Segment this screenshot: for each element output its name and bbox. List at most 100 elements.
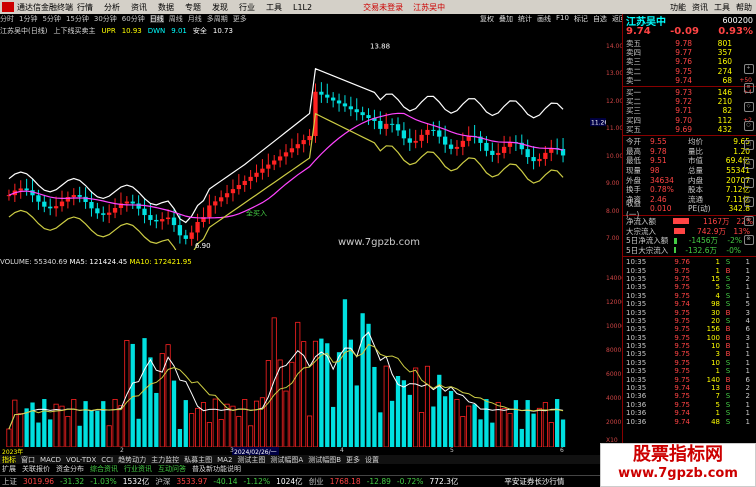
menu-item-6[interactable]: 行业 (239, 3, 255, 12)
candle-body (224, 193, 230, 198)
tick-row[interactable]: 10:36 9.74 1 S 1 (623, 409, 756, 417)
period-tab-6[interactable]: 日线 (149, 15, 164, 23)
index-name-1[interactable]: 沪深 (155, 476, 170, 487)
tick-row[interactable]: 10:35 9.75 1 B 1 (623, 266, 756, 275)
tick-row[interactable]: 10:35 9.75 10 B 1 (623, 342, 756, 350)
sidebar-icon-9[interactable]: ⊕ (743, 216, 754, 226)
sidebar-icon-7[interactable]: ☆ (743, 178, 754, 188)
menu-item-7[interactable]: 工具 (266, 3, 282, 12)
tick-side: B (725, 384, 731, 393)
candle-body (331, 97, 336, 101)
indicator-tab-13[interactable]: 设置 (365, 455, 379, 465)
extension-tab-5[interactable]: 互动问答 (158, 464, 186, 474)
chart-tool-5[interactable]: 标记 (574, 14, 588, 24)
tick-row[interactable]: 10:35 9.75 3 B 1 (623, 350, 756, 358)
tick-row[interactable]: 10:35 9.75 10 S 1 (623, 359, 756, 367)
period-tab-9[interactable]: 多周期 (207, 15, 228, 23)
index-name-0[interactable]: 上证 (2, 476, 17, 487)
title-right-0[interactable]: 功能 (670, 2, 686, 13)
tick-row[interactable]: 10:35 9.75 100 B 3 (623, 334, 756, 342)
tick-row[interactable]: 10:36 9.74 48 S 1 (623, 417, 756, 426)
sidebar-icon-8[interactable]: ◎ (743, 197, 754, 207)
volume-info: VOLUME: 55340.69 MA5: 121424.45 MA10: 17… (0, 258, 606, 267)
extension-tab-2[interactable]: 资金分布 (56, 464, 84, 474)
index-name-2[interactable]: 创业 (309, 476, 324, 487)
period-tab-10[interactable]: 更多 (233, 15, 247, 23)
extension-tab-1[interactable]: 关联报价 (22, 464, 50, 474)
volume-chart[interactable] (0, 267, 606, 447)
extension-tab-3[interactable]: 综合资讯 (90, 464, 118, 474)
candle-body (336, 100, 342, 104)
period-tab-0[interactable]: 分时 (0, 15, 14, 23)
flow-pct: -0% (726, 245, 741, 255)
tick-row[interactable]: 10:35 9.75 4 S 1 (623, 292, 756, 300)
volume-bar (230, 405, 236, 447)
tick-row[interactable]: 10:35 9.75 140 B 6 (623, 375, 756, 384)
tick-row[interactable]: 10:35 9.75 5 S 1 (623, 283, 756, 291)
menu-item-3[interactable]: 数据 (158, 3, 174, 12)
extension-tab-6[interactable]: 普及新功能说明 (192, 464, 241, 474)
menu-item-8[interactable]: L1L2 (293, 3, 312, 12)
tick-row[interactable]: 10:36 9.75 7 S 2 (623, 392, 756, 400)
indicator-tab-10[interactable]: 测试幅图A (270, 455, 303, 465)
chart-tool-2[interactable]: 统计 (518, 14, 532, 24)
alert-item-0[interactable]: 交易未登录 (363, 3, 403, 12)
period-tab-1[interactable]: 1分钟 (19, 15, 37, 23)
period-tab-3[interactable]: 15分钟 (66, 15, 89, 23)
period-tab-4[interactable]: 30分钟 (94, 15, 117, 23)
indicator-tab-3[interactable]: VOL-TDX (66, 456, 96, 464)
volume-bar (555, 399, 560, 447)
indicator-tab-11[interactable]: 测试幅图B (308, 455, 341, 465)
sidebar-icon-1[interactable]: + (743, 64, 754, 74)
title-right-2[interactable]: 工具 (714, 2, 730, 13)
candlestick-chart[interactable]: 13.88 6.90 全买入 11.26 (0, 36, 606, 250)
tick-row[interactable]: 10:35 9.75 156 B 6 (623, 325, 756, 333)
period-tab-5[interactable]: 60分钟 (122, 15, 145, 23)
tick-row[interactable]: 10:35 9.74 98 S 5 (623, 300, 756, 308)
sidebar-icon-6[interactable]: △ (743, 159, 754, 169)
menu-item-0[interactable]: 行情 (77, 3, 93, 12)
indicator-tab-9[interactable]: 测试主图 (237, 455, 265, 465)
menu-item-1[interactable]: 分析 (104, 3, 120, 12)
chart-tool-3[interactable]: 画线 (537, 14, 551, 24)
tick-volume: 100 (706, 333, 720, 342)
indicator-tab-12[interactable]: 更多 (346, 455, 360, 465)
chart-tool-6[interactable]: 自选 (593, 14, 607, 24)
menu-item-2[interactable]: 资讯 (131, 3, 147, 12)
period-tab-2[interactable]: 5分钟 (42, 15, 60, 23)
indicator-tab-8[interactable]: MA2 (217, 456, 232, 464)
chart-tool-1[interactable]: 叠加 (499, 14, 513, 24)
chart-tool-4[interactable]: F10 (556, 14, 569, 24)
tick-list[interactable]: 10:35 9.76 1 S 1 10:35 9.75 1 B 1 10:35 9.75 15 S 2 10:… (623, 258, 756, 426)
alert-item-1[interactable]: 江苏吴中 (413, 3, 445, 12)
indicator-tab-4[interactable]: CCI (101, 456, 113, 464)
tick-row[interactable]: 10:35 9.75 1 S 1 (623, 367, 756, 375)
sidebar-icon-10[interactable]: ⊗ (743, 235, 754, 245)
extension-tab-0[interactable]: 扩展 (2, 464, 16, 474)
index-amount-0: 1532亿 (122, 477, 150, 486)
title-right-1[interactable]: 资讯 (692, 2, 708, 13)
index-amount-1: 1024亿 (276, 477, 303, 486)
sidebar-icon-5[interactable]: □ (743, 140, 754, 150)
tick-row[interactable]: 10:35 9.75 15 S 2 (623, 275, 756, 283)
menu-item-4[interactable]: 专题 (185, 3, 201, 12)
title-right-3[interactable]: 帮助 (736, 2, 752, 13)
extension-tab-4[interactable]: 行业资讯 (124, 464, 152, 474)
sidebar-icon-3[interactable]: ◇ (743, 102, 754, 112)
indicator-name[interactable]: 上下线买卖主 (53, 26, 95, 36)
period-tab-8[interactable]: 月线 (188, 15, 202, 23)
tick-row[interactable]: 10:35 9.76 1 S 1 (623, 258, 756, 266)
sidebar-icon-2[interactable]: ≡ (743, 83, 754, 93)
volume-bar (454, 398, 460, 447)
period-tab-7[interactable]: 周线 (169, 15, 183, 23)
tick-row[interactable]: 10:35 9.75 20 S 4 (623, 317, 756, 325)
tick-row[interactable]: 10:35 9.74 13 B 2 (623, 384, 756, 392)
volume-bar (424, 365, 431, 447)
tick-row[interactable]: 10:35 9.75 30 B 3 (623, 308, 756, 317)
indicator-tab-2[interactable]: MACD (40, 456, 61, 464)
tick-row[interactable]: 10:36 9.75 5 S 1 (623, 401, 756, 409)
menu-item-5[interactable]: 发现 (212, 3, 228, 12)
volume-tick-3: 8000 (606, 347, 622, 354)
sidebar-icon-4[interactable]: ○ (743, 121, 754, 131)
chart-tool-0[interactable]: 复权 (480, 14, 494, 24)
